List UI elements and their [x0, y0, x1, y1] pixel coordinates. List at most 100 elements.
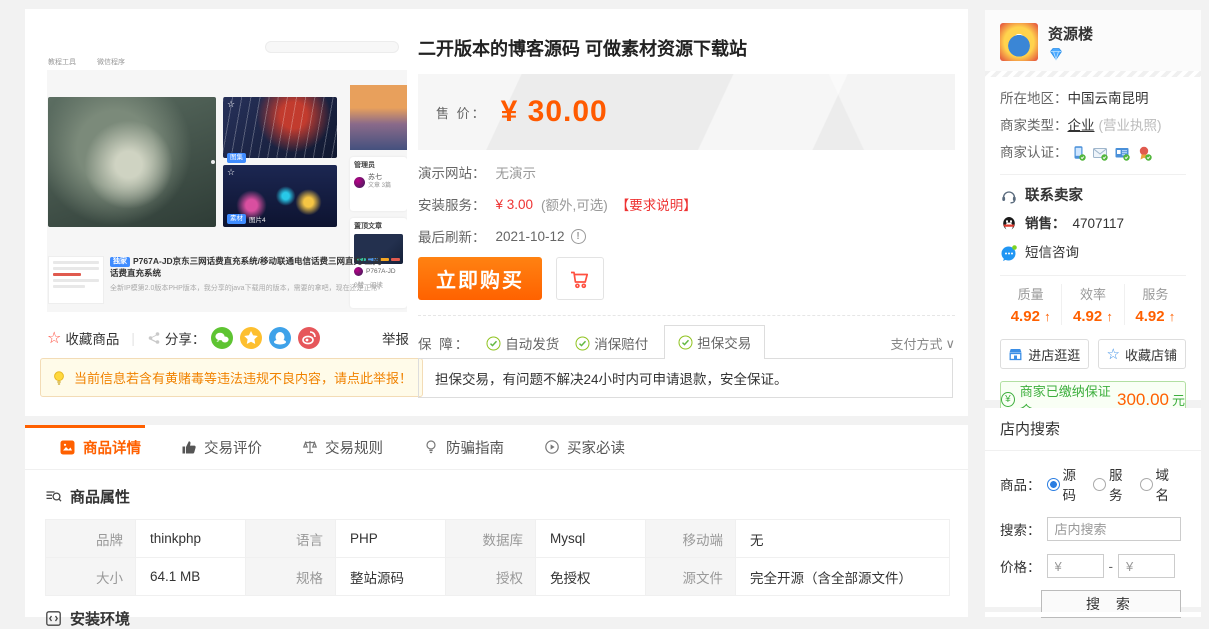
illegal-content-warning[interactable]: 当前信息若含有黄赌毒等违法违规不良内容，请点此举报！	[40, 358, 423, 397]
must-read-icon	[544, 439, 560, 455]
price-label: 售 价：	[436, 103, 487, 122]
search-type-row: 商品： 源码 服务 域名	[1000, 464, 1186, 504]
qzone-share-icon[interactable]	[240, 327, 262, 349]
radio-icon[interactable]	[1093, 478, 1106, 491]
cert-email-icon[interactable]	[1092, 145, 1109, 161]
product-title: 二开版本的博客源码 可做素材资源下载站	[418, 35, 955, 61]
tab-reviews[interactable]: 交易评价	[181, 437, 262, 458]
refresh-date: 2021-10-12	[496, 229, 565, 244]
preview-side-image	[350, 85, 407, 150]
price-banner: 售 价： ¥ 30.00	[418, 74, 955, 150]
radio-service[interactable]: 服务	[1093, 464, 1132, 504]
thumbs-up-icon	[181, 439, 197, 455]
install-requirement-link[interactable]: 【要求说明】	[616, 194, 697, 214]
guarantee-escrow-tab[interactable]: 担保交易	[664, 325, 765, 359]
share-node-icon	[147, 331, 161, 345]
add-to-cart-button[interactable]	[556, 257, 604, 300]
tab-anti-fraud[interactable]: 防骗指南	[423, 437, 504, 458]
preview-star-icon: ☆	[227, 168, 235, 177]
divider: |	[131, 331, 135, 346]
star-icon: ☆	[47, 328, 61, 348]
tab-product-detail[interactable]: 商品详情	[59, 437, 141, 458]
divider	[1000, 174, 1186, 175]
preview-article-tag: 独家	[110, 257, 130, 267]
radio-icon[interactable]	[1047, 478, 1060, 491]
buy-now-button[interactable]: 立即购买	[418, 257, 542, 300]
qq-share-icon[interactable]	[269, 327, 291, 349]
next-card-stub	[985, 612, 1201, 617]
demo-value: 无演示	[496, 162, 537, 182]
preview-nav-item: 教程工具	[48, 58, 76, 67]
info-icon[interactable]: !	[571, 229, 586, 244]
share-label: 分享：	[165, 328, 206, 348]
table-row: 品牌thinkphp 语言PHP 数据库Mysql 移动端无	[46, 520, 950, 558]
preview-badge-2: 素材 图片4	[227, 214, 266, 224]
radio-source-code[interactable]: 源码	[1047, 464, 1086, 504]
shop-search-card: 店内搜索 商品： 源码 服务 域名 搜索： 价格： -	[985, 408, 1201, 607]
seller-avatar[interactable]	[1000, 23, 1038, 61]
qq-number: 4707117	[1073, 209, 1125, 238]
wechat-share-icon[interactable]	[211, 327, 233, 349]
rating-quality: 质量 4.92 ↑	[1000, 284, 1061, 325]
seller-type-link[interactable]: 企业	[1068, 112, 1095, 139]
rating-efficiency: 效率 4.92 ↑	[1061, 284, 1123, 325]
preview-article: 独家P767A-JD京东三网话费直充系统/移动联通电信话费三网直充/三网话费直充…	[110, 255, 388, 293]
radio-domain[interactable]: 域名	[1140, 464, 1179, 504]
product-attributes-table: 品牌thinkphp 语言PHP 数据库Mysql 移动端无 大小64.1 MB…	[45, 519, 950, 596]
attrs-section-header: 商品属性	[45, 486, 968, 507]
tab-rules[interactable]: 交易规则	[302, 437, 383, 458]
bulb-icon	[423, 439, 439, 455]
price-max-input[interactable]	[1118, 554, 1175, 578]
fav-share-row: ☆ 收藏商品 | 分享： 举报	[47, 326, 409, 350]
seller-cert-row: 商家认证：	[1000, 139, 1186, 166]
guarantee-row: 保 障： 自动发货 消保赔付 担保交易 支付方式 ∨	[418, 325, 955, 359]
cert-idcard-icon[interactable]	[1114, 145, 1131, 161]
shop-search-title: 店内搜索	[985, 408, 1201, 451]
product-main-image[interactable]: 教程工具 微信程序 ☆ ☆ 图集 素材 图片4 管理员 苏七 文章 3篇 置顶文…	[47, 38, 407, 312]
preview-admin-card: 管理员 苏七 文章 3篇	[350, 157, 407, 211]
price-min-input[interactable]	[1047, 554, 1104, 578]
preview-star-icon: ☆	[227, 100, 235, 109]
qq-icon	[1000, 215, 1018, 233]
headset-icon	[1000, 188, 1018, 204]
detail-card: 商品详情 交易评价 交易规则 防骗指南 买家必读 商品属性 品牌thinkphp…	[25, 425, 968, 617]
refresh-row: 最后刷新： 2021-10-12 !	[418, 220, 955, 252]
preview-search-box	[265, 41, 399, 53]
keyword-row: 搜索：	[1000, 517, 1186, 541]
cert-license-icon[interactable]	[1136, 145, 1153, 161]
install-price: ¥ 3.00	[496, 197, 534, 212]
up-arrow-icon: ↑	[1044, 309, 1051, 324]
favorite-product-button[interactable]: ☆ 收藏商品	[47, 328, 119, 348]
attrs-icon	[45, 488, 62, 505]
visit-shop-button[interactable]: 进店逛逛	[1000, 339, 1089, 369]
check-circle-icon	[486, 336, 501, 351]
env-section-header: 安装环境	[45, 608, 968, 629]
radio-icon[interactable]	[1140, 478, 1153, 491]
weibo-share-icon[interactable]	[298, 327, 320, 349]
qq-contact-row[interactable]: 销售： 4707117	[1000, 209, 1186, 238]
detail-tabbar: 商品详情 交易评价 交易规则 防骗指南 买家必读	[25, 425, 968, 470]
active-tab-indicator	[25, 425, 145, 428]
preview-hero-image	[48, 97, 216, 227]
price-value: ¥ 30.00	[501, 95, 608, 129]
payment-methods-dropdown[interactable]: 支付方式 ∨	[890, 334, 955, 359]
install-note: (额外,可选)	[541, 194, 608, 214]
detail-icon	[59, 439, 76, 456]
demo-row: 演示网站： 无演示	[418, 156, 955, 188]
scales-icon	[302, 439, 318, 455]
up-arrow-icon: ↑	[1169, 309, 1176, 324]
report-link[interactable]: 举报	[382, 328, 409, 348]
favorite-shop-button[interactable]: ☆ 收藏店铺	[1098, 339, 1187, 369]
seller-type-row: 商家类型： 企业 (营业执照)	[1000, 112, 1186, 139]
divider	[418, 315, 955, 316]
shop-search-input[interactable]	[1047, 517, 1181, 541]
sms-contact-row[interactable]: 短信咨询	[1000, 238, 1186, 267]
rating-service: 服务 4.92 ↑	[1124, 284, 1186, 325]
diamond-badge-icon	[1048, 47, 1064, 61]
seller-name[interactable]: 资源楼	[1048, 23, 1093, 44]
cert-phone-icon[interactable]	[1070, 145, 1087, 161]
tab-buyer-must-read[interactable]: 买家必读	[544, 437, 625, 458]
check-circle-icon	[575, 336, 590, 351]
env-icon	[45, 610, 62, 627]
preview-admin-avatar	[354, 177, 365, 188]
